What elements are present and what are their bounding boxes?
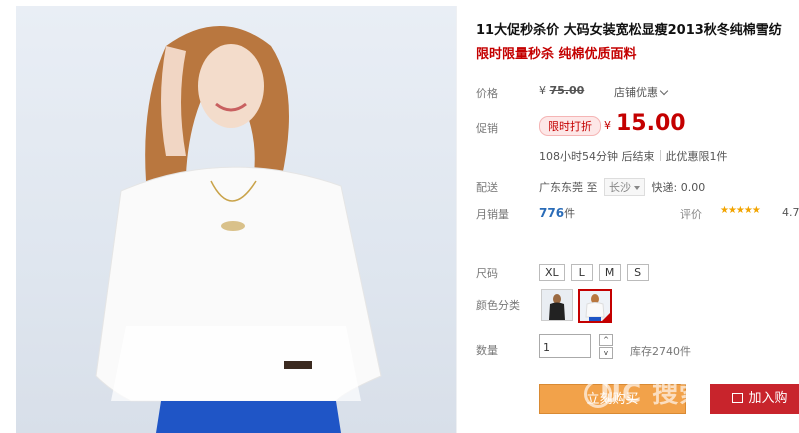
ship-from: 广东东莞 bbox=[539, 181, 583, 194]
color-swatch-black[interactable] bbox=[541, 289, 573, 321]
model-photo bbox=[95, 26, 382, 433]
size-option-l[interactable]: L bbox=[570, 264, 593, 281]
product-title[interactable]: 11大促秒杀价 大码女装宽松显瘦2013秋冬纯棉雪纺 bbox=[476, 19, 782, 38]
divider bbox=[659, 150, 661, 161]
stock-count: 库存2740件 bbox=[630, 345, 691, 358]
rating-stars-icon: ★★★★★ bbox=[720, 205, 761, 216]
sales-count: 776 bbox=[539, 206, 565, 220]
price-label: 价格 bbox=[476, 87, 498, 100]
promotion-countdown: 108小时54分钟 后结束 此优惠限1件 bbox=[539, 148, 728, 164]
product-subtitle: 限时限量秒杀 纯棉优质面料 bbox=[476, 47, 637, 62]
shop-discount-dropdown[interactable]: 店铺优惠 bbox=[614, 84, 669, 100]
currency-symbol: ¥ bbox=[539, 84, 546, 97]
ship-to-word: 至 bbox=[586, 181, 598, 194]
rating-value: 4.7 bbox=[782, 206, 799, 219]
shipping-info: 广东东莞 至 长沙 快递: 0.00 bbox=[539, 178, 705, 196]
sales-unit: 件 bbox=[564, 207, 576, 220]
watermark: UC 搜索 bbox=[600, 379, 707, 409]
add-to-cart-button[interactable]: 加入购 bbox=[710, 384, 799, 414]
color-swatch-white[interactable] bbox=[578, 289, 612, 323]
selected-check-icon bbox=[601, 312, 610, 321]
cart-icon bbox=[732, 393, 744, 403]
product-info-panel: 11大促秒杀价 大码女装宽松显瘦2013秋冬纯棉雪纺 限时限量秒杀 纯棉优质面料… bbox=[476, 0, 799, 433]
size-option-s[interactable]: S bbox=[626, 264, 649, 281]
size-option-m[interactable]: M bbox=[598, 264, 621, 281]
product-image[interactable] bbox=[16, 6, 457, 433]
quantity-label: 数量 bbox=[476, 344, 498, 357]
shipping-fee: 快递: 0.00 bbox=[651, 181, 706, 194]
dropdown-arrow-icon bbox=[634, 186, 640, 190]
promotion-price: 15.00 bbox=[616, 111, 686, 136]
destination-city-select[interactable]: 长沙 bbox=[604, 178, 645, 196]
add-to-cart-label: 加入购 bbox=[748, 391, 788, 406]
size-option-xl[interactable]: XL bbox=[539, 264, 565, 281]
sales-label: 月销量 bbox=[476, 208, 509, 221]
size-options: XL L M S bbox=[539, 261, 655, 281]
quantity-increase-button[interactable]: ^ bbox=[599, 334, 613, 346]
size-label: 尺码 bbox=[476, 267, 498, 280]
original-price: ¥ 75.00 bbox=[539, 84, 584, 97]
chevron-down-icon bbox=[659, 86, 669, 96]
quantity-decrease-button[interactable]: v bbox=[599, 347, 613, 359]
rating-label[interactable]: 评价 bbox=[680, 206, 702, 222]
quantity-input[interactable]: 1 bbox=[539, 334, 591, 358]
countdown-text: 108小时54分钟 后结束 bbox=[539, 150, 655, 163]
color-label: 颜色分类 bbox=[476, 299, 520, 312]
promotion-tag: 限时打折 bbox=[539, 116, 601, 136]
shop-discount-label: 店铺优惠 bbox=[614, 86, 658, 99]
shipping-label: 配送 bbox=[476, 181, 498, 194]
destination-city: 长沙 bbox=[609, 181, 631, 194]
promotion-label: 促销 bbox=[476, 122, 498, 135]
monthly-sales: 776件 bbox=[539, 205, 575, 221]
promo-currency-symbol: ¥ bbox=[604, 119, 611, 132]
promotion-limit: 此优惠限1件 bbox=[665, 150, 728, 163]
original-price-value: 75.00 bbox=[549, 84, 585, 97]
swatch-thumbnail-black bbox=[542, 290, 572, 320]
